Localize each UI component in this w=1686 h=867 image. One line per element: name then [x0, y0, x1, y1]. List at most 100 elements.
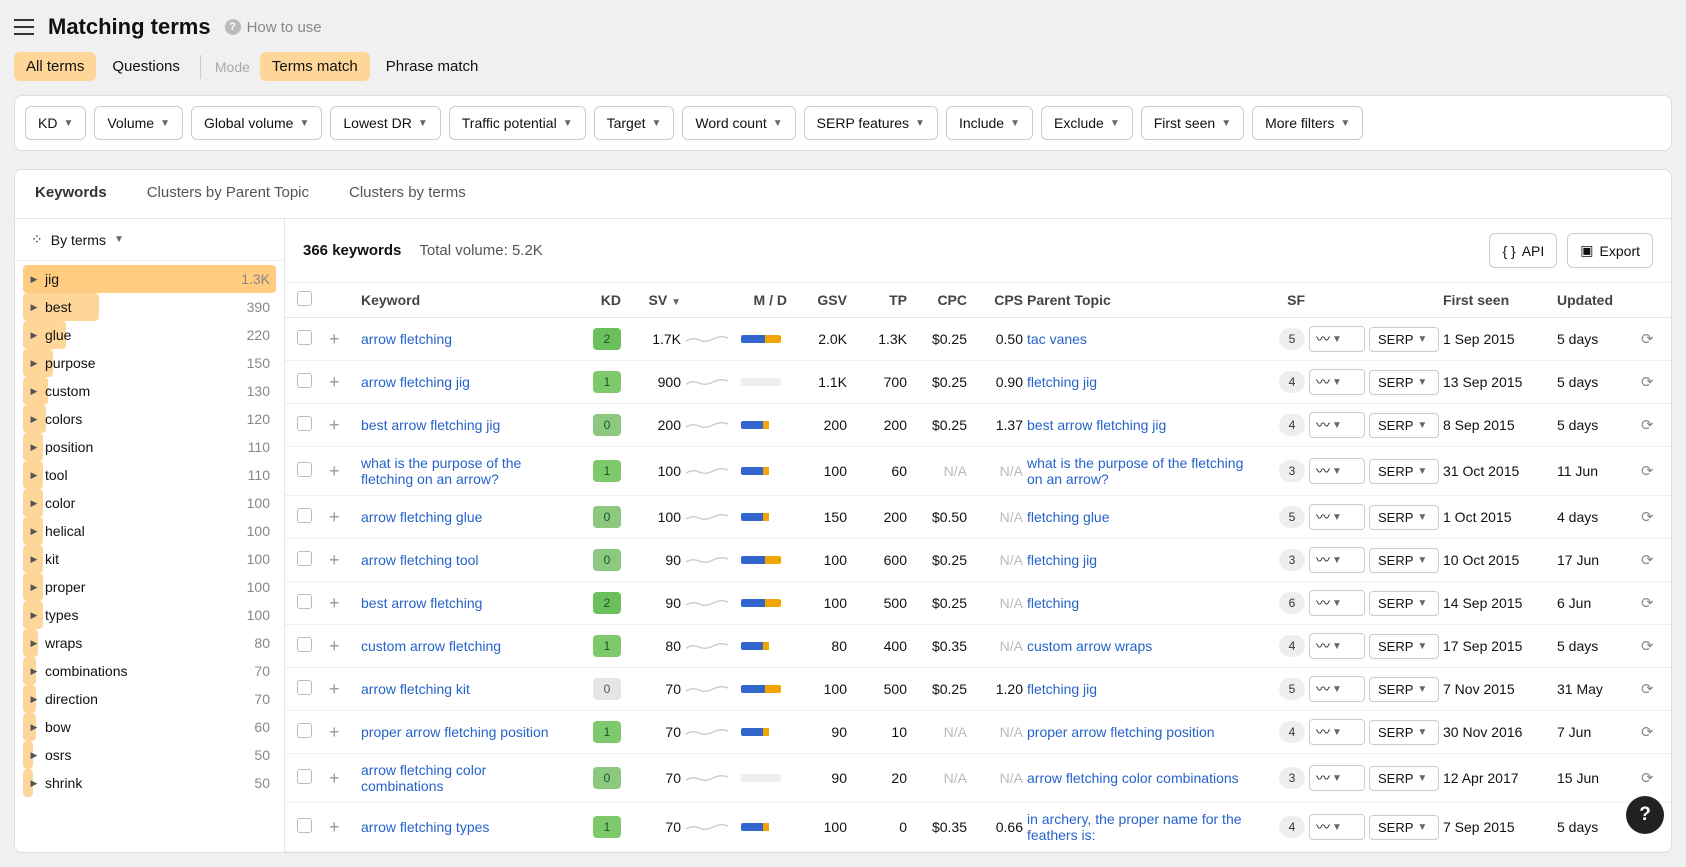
sidebar-item-bow[interactable]: ▶bow60: [23, 713, 276, 741]
serp-button[interactable]: SERP▼: [1369, 591, 1439, 616]
row-checkbox[interactable]: [297, 680, 312, 695]
serp-button[interactable]: SERP▼: [1369, 459, 1439, 484]
refresh-icon[interactable]: ⟳: [1641, 724, 1654, 741]
expand-row-icon[interactable]: +: [329, 636, 340, 656]
refresh-icon[interactable]: ⟳: [1641, 552, 1654, 569]
filter-include[interactable]: Include▼: [946, 106, 1033, 140]
filter-volume[interactable]: Volume▼: [94, 106, 183, 140]
sidebar-item-wraps[interactable]: ▶wraps80: [23, 629, 276, 657]
sidebar-item-osrs[interactable]: ▶osrs50: [23, 741, 276, 769]
tab-clusters-terms[interactable]: Clusters by terms: [329, 170, 486, 218]
filter-first-seen[interactable]: First seen▼: [1141, 106, 1244, 140]
sidebar-item-direction[interactable]: ▶direction70: [23, 685, 276, 713]
expand-row-icon[interactable]: +: [329, 329, 340, 349]
parent-topic-link[interactable]: fletching jig: [1027, 681, 1097, 697]
expand-row-icon[interactable]: +: [329, 550, 340, 570]
refresh-icon[interactable]: ⟳: [1641, 638, 1654, 655]
filter-traffic-potential[interactable]: Traffic potential▼: [449, 106, 586, 140]
row-checkbox[interactable]: [297, 330, 312, 345]
parent-topic-link[interactable]: fletching glue: [1027, 509, 1110, 525]
expand-row-icon[interactable]: +: [329, 768, 340, 788]
sidebar-item-types[interactable]: ▶types100: [23, 601, 276, 629]
parent-topic-link[interactable]: arrow fletching color combinations: [1027, 770, 1239, 786]
refresh-icon[interactable]: ⟳: [1641, 463, 1654, 480]
serp-button[interactable]: SERP▼: [1369, 505, 1439, 530]
by-terms-dropdown[interactable]: ⁘ By terms ▼: [15, 219, 284, 261]
seg-all-terms[interactable]: All terms: [14, 52, 96, 81]
menu-icon[interactable]: [14, 19, 34, 35]
sidebar-item-combinations[interactable]: ▶combinations70: [23, 657, 276, 685]
expand-row-icon[interactable]: +: [329, 593, 340, 613]
select-all-checkbox[interactable]: [297, 291, 312, 306]
keyword-link[interactable]: best arrow fletching jig: [361, 417, 500, 433]
expand-row-icon[interactable]: +: [329, 507, 340, 527]
refresh-icon[interactable]: ⟳: [1641, 417, 1654, 434]
row-checkbox[interactable]: [297, 462, 312, 477]
col-kd[interactable]: KD: [575, 292, 621, 308]
parent-topic-link[interactable]: custom arrow wraps: [1027, 638, 1152, 654]
keyword-link[interactable]: what is the purpose of the fletching on …: [361, 455, 521, 487]
filter-target[interactable]: Target▼: [594, 106, 675, 140]
row-checkbox[interactable]: [297, 637, 312, 652]
col-updated[interactable]: Updated: [1557, 292, 1637, 308]
refresh-icon[interactable]: ⟳: [1641, 331, 1654, 348]
tab-keywords[interactable]: Keywords: [15, 170, 127, 218]
row-checkbox[interactable]: [297, 551, 312, 566]
sidebar-item-purpose[interactable]: ▶purpose150: [23, 349, 276, 377]
sidebar-item-proper[interactable]: ▶proper100: [23, 573, 276, 601]
position-history-button[interactable]: 〰 ▼: [1309, 719, 1365, 745]
filter-global-volume[interactable]: Global volume▼: [191, 106, 322, 140]
sidebar-item-shrink[interactable]: ▶shrink50: [23, 769, 276, 797]
parent-topic-link[interactable]: tac vanes: [1027, 331, 1087, 347]
sidebar-item-custom[interactable]: ▶custom130: [23, 377, 276, 405]
export-button[interactable]: ▣ Export: [1567, 233, 1653, 268]
expand-row-icon[interactable]: +: [329, 722, 340, 742]
parent-topic-link[interactable]: what is the purpose of the fletching on …: [1027, 455, 1243, 487]
col-sv[interactable]: SV ▼: [625, 292, 681, 308]
parent-topic-link[interactable]: proper arrow fletching position: [1027, 724, 1215, 740]
position-history-button[interactable]: 〰 ▼: [1309, 814, 1365, 840]
sidebar-item-tool[interactable]: ▶tool110: [23, 461, 276, 489]
parent-topic-link[interactable]: in archery, the proper name for the feat…: [1027, 811, 1242, 843]
col-cps[interactable]: CPS: [971, 292, 1023, 308]
serp-button[interactable]: SERP▼: [1369, 634, 1439, 659]
expand-row-icon[interactable]: +: [329, 817, 340, 837]
refresh-icon[interactable]: ⟳: [1641, 681, 1654, 698]
serp-button[interactable]: SERP▼: [1369, 815, 1439, 840]
col-cpc[interactable]: CPC: [911, 292, 967, 308]
keyword-link[interactable]: arrow fletching glue: [361, 509, 482, 525]
row-checkbox[interactable]: [297, 416, 312, 431]
keyword-link[interactable]: proper arrow fletching position: [361, 724, 549, 740]
position-history-button[interactable]: 〰 ▼: [1309, 765, 1365, 791]
expand-row-icon[interactable]: +: [329, 679, 340, 699]
serp-button[interactable]: SERP▼: [1369, 720, 1439, 745]
keyword-link[interactable]: arrow fletching types: [361, 819, 489, 835]
sidebar-item-colors[interactable]: ▶colors120: [23, 405, 276, 433]
parent-topic-link[interactable]: best arrow fletching jig: [1027, 417, 1166, 433]
row-checkbox[interactable]: [297, 723, 312, 738]
position-history-button[interactable]: 〰 ▼: [1309, 458, 1365, 484]
filter-word-count[interactable]: Word count▼: [682, 106, 795, 140]
refresh-icon[interactable]: ⟳: [1641, 595, 1654, 612]
tab-clusters-parent[interactable]: Clusters by Parent Topic: [127, 170, 329, 218]
row-checkbox[interactable]: [297, 594, 312, 609]
position-history-button[interactable]: 〰 ▼: [1309, 504, 1365, 530]
col-first-seen[interactable]: First seen: [1443, 292, 1553, 308]
serp-button[interactable]: SERP▼: [1369, 548, 1439, 573]
row-checkbox[interactable]: [297, 508, 312, 523]
position-history-button[interactable]: 〰 ▼: [1309, 412, 1365, 438]
position-history-button[interactable]: 〰 ▼: [1309, 326, 1365, 352]
position-history-button[interactable]: 〰 ▼: [1309, 590, 1365, 616]
col-keyword[interactable]: Keyword: [361, 292, 571, 308]
api-button[interactable]: { } API: [1489, 233, 1557, 268]
refresh-icon[interactable]: ⟳: [1641, 374, 1654, 391]
row-checkbox[interactable]: [297, 373, 312, 388]
filter-lowest-dr[interactable]: Lowest DR▼: [330, 106, 440, 140]
expand-row-icon[interactable]: +: [329, 461, 340, 481]
sidebar-item-kit[interactable]: ▶kit100: [23, 545, 276, 573]
serp-button[interactable]: SERP▼: [1369, 766, 1439, 791]
serp-button[interactable]: SERP▼: [1369, 327, 1439, 352]
help-bubble[interactable]: ?: [1626, 796, 1664, 834]
keyword-link[interactable]: arrow fletching color combinations: [361, 762, 486, 794]
keyword-link[interactable]: arrow fletching jig: [361, 374, 470, 390]
